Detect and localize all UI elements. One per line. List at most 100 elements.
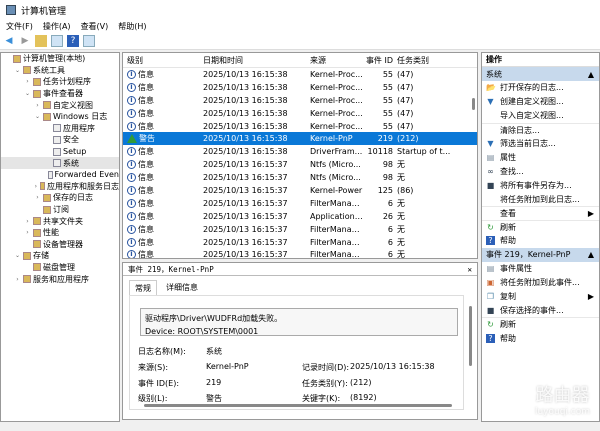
event-row[interactable]: i 信息 2025/10/13 16:15:38 DriverFram... 10118… — [123, 145, 477, 158]
show-hide-action-pane-icon[interactable] — [83, 35, 95, 47]
tree-node[interactable]: › 应用程序和服务日志 — [1, 181, 119, 193]
tree-node[interactable]: › 自定义视图 — [1, 99, 119, 111]
folder-icon — [13, 54, 21, 63]
action-label: 将任务附加到此事件... — [500, 278, 580, 288]
collapsed-chevron-icon[interactable]: › — [24, 229, 31, 236]
task-category-value: (212) — [350, 378, 372, 387]
event-row[interactable]: 警告 2025/10/13 16:15:38 Kernel-PnP 219 (212) — [123, 132, 477, 146]
menu-file[interactable]: 文件(F) — [6, 21, 33, 32]
tree-node[interactable]: ⌄ Windows 日志 — [1, 111, 119, 123]
task-category-cell: (47) — [397, 82, 414, 92]
actions-section-event[interactable]: 事件 219，Kernel-PnP ▲ — [482, 247, 599, 262]
menu-action[interactable]: 操作(A) — [43, 21, 71, 32]
event-row[interactable]: i 信息 2025/10/13 16:15:37 Application ... 26 无 — [123, 210, 477, 223]
expanded-chevron-icon[interactable]: ⌄ — [34, 113, 41, 120]
tree-node[interactable]: › 服务和应用程序 — [1, 273, 119, 285]
event-row[interactable]: i 信息 2025/10/13 16:15:38 Kernel-Proc... 55 (4… — [123, 120, 477, 133]
column-source[interactable]: 来源 — [310, 55, 363, 66]
level-cell: 信息 — [138, 250, 154, 259]
event-row[interactable]: i 信息 2025/10/13 16:15:37 FilterManag... 6 无 — [123, 223, 477, 236]
expanded-chevron-icon[interactable]: ⌄ — [24, 90, 31, 97]
back-icon[interactable]: ◀ — [3, 35, 15, 47]
detail-vscrollbar[interactable] — [469, 306, 472, 366]
column-task-category[interactable]: 任务类别 — [397, 55, 452, 66]
action-item[interactable]: ❐ 复制 ▶ — [482, 289, 599, 303]
collapsed-chevron-icon[interactable]: › — [34, 194, 41, 201]
action-item[interactable]: ▼ 筛选当前日志... — [482, 137, 599, 151]
column-level[interactable]: 级别 — [123, 55, 203, 66]
level-value: 警告 — [206, 394, 222, 403]
collapsed-chevron-icon[interactable]: › — [34, 102, 41, 109]
collapse-icon[interactable]: ▲ — [588, 250, 594, 259]
column-event-id[interactable]: 事件 ID — [363, 55, 397, 66]
tree-node[interactable]: 系统 — [1, 157, 119, 169]
tree-node[interactable]: › 任务计划程序 — [1, 76, 119, 88]
tree-node[interactable]: 磁盘管理 — [1, 262, 119, 274]
level-label: 级别(L): — [138, 394, 168, 403]
event-row[interactable]: i 信息 2025/10/13 16:15:37 FilterManag... 6 无 — [123, 248, 477, 259]
action-label: 将任务附加到此日志... — [500, 194, 580, 204]
tree-node[interactable]: Forwarded Even — [1, 169, 119, 181]
event-row[interactable]: i 信息 2025/10/13 16:15:38 Kernel-Proc... 55 (4… — [123, 107, 477, 120]
section-label: 系统 — [486, 69, 502, 79]
forward-icon[interactable]: ▶ — [19, 35, 31, 47]
help-icon[interactable]: ? — [67, 35, 79, 47]
menu-view[interactable]: 查看(V) — [81, 21, 109, 32]
column-datetime[interactable]: 日期和时间 — [203, 55, 310, 66]
action-item[interactable]: 清除日志... — [482, 122, 599, 137]
action-label: 保存选择的事件... — [500, 305, 564, 315]
actions-section-system[interactable]: 系统 ▲ — [482, 67, 599, 81]
collapse-icon[interactable]: ▲ — [588, 70, 594, 79]
event-list-scrollbar[interactable] — [472, 98, 475, 110]
action-item[interactable]: ? 帮助 — [482, 234, 599, 248]
event-row[interactable]: i 信息 2025/10/13 16:15:37 Kernel-Power 125 (86… — [123, 184, 477, 197]
action-item[interactable]: ▼ 创建自定义视图... — [482, 95, 599, 109]
tree-node[interactable]: 订阅 — [1, 204, 119, 216]
menu-help[interactable]: 帮助(H) — [118, 21, 146, 32]
action-item[interactable]: ↻ 刷新 — [482, 219, 599, 234]
event-message[interactable]: 驱动程序\Driver\WUDFRd加载失败。 Device: ROOT\SYS… — [140, 308, 458, 336]
collapsed-chevron-icon[interactable]: › — [34, 183, 38, 190]
action-item[interactable]: 导入自定义视图... — [482, 109, 599, 123]
event-row[interactable]: i 信息 2025/10/13 16:15:38 Kernel-Proc... 55 (4… — [123, 81, 477, 94]
action-item[interactable]: ▣ 将任务附加到此事件... — [482, 276, 599, 290]
expanded-chevron-icon[interactable]: ⌄ — [14, 252, 21, 259]
event-row[interactable]: i 信息 2025/10/13 16:15:37 FilterManag... 6 无 — [123, 197, 477, 210]
close-icon[interactable]: ✕ — [467, 265, 472, 274]
action-item[interactable]: ▤ 属性 — [482, 150, 599, 164]
event-row[interactable]: i 信息 2025/10/13 16:15:37 Ntfs (Micro... 98 无 — [123, 158, 477, 171]
tree-node[interactable]: › 性能 — [1, 227, 119, 239]
event-row[interactable]: i 信息 2025/10/13 16:15:38 Kernel-Proc... 55 (4… — [123, 94, 477, 107]
tree-node[interactable]: ⌄ 事件查看器 — [1, 88, 119, 100]
tree-node[interactable]: 安全 — [1, 134, 119, 146]
event-row[interactable]: i 信息 2025/10/13 16:15:37 Ntfs (Micro... 98 无 — [123, 171, 477, 184]
collapsed-chevron-icon[interactable]: › — [24, 78, 31, 85]
tree-node[interactable]: ⌄ 系统工具 — [1, 65, 119, 77]
tree-node[interactable]: 设备管理器 — [1, 239, 119, 251]
tree-node[interactable]: › 共享文件夹 — [1, 215, 119, 227]
action-item[interactable]: ■ 保存选择的事件... — [482, 303, 599, 317]
tree-node[interactable]: Setup — [1, 146, 119, 158]
action-item[interactable]: 📂 打开保存的日志... — [482, 81, 599, 95]
tree-node[interactable]: ⌄ 存储 — [1, 250, 119, 262]
action-item[interactable]: ■ 将所有事件另存为... — [482, 178, 599, 192]
detail-hscrollbar[interactable] — [144, 404, 452, 407]
up-folder-icon[interactable] — [35, 35, 47, 47]
tree-node[interactable]: 应用程序 — [1, 123, 119, 135]
action-item[interactable]: ∞ 查找... — [482, 164, 599, 178]
tab-details[interactable]: 详细信息 — [161, 280, 203, 296]
expanded-chevron-icon[interactable]: ⌄ — [14, 67, 21, 74]
collapsed-chevron-icon[interactable]: › — [24, 218, 31, 225]
action-item[interactable]: 查看 ▶ — [482, 206, 599, 220]
action-item[interactable]: 将任务附加到此日志... — [482, 192, 599, 206]
tree-node[interactable]: › 保存的日志 — [1, 192, 119, 204]
action-item[interactable]: ↻ 刷新 — [482, 317, 599, 331]
show-hide-tree-icon[interactable] — [51, 35, 63, 47]
tree-node[interactable]: 计算机管理(本地) — [1, 53, 119, 65]
action-item[interactable]: ▤ 事件属性 — [482, 262, 599, 276]
action-item[interactable]: ? 帮助 — [482, 331, 599, 345]
event-row[interactable]: i 信息 2025/10/13 16:15:38 Kernel-Proc... 55 (4… — [123, 68, 477, 81]
event-row[interactable]: i 信息 2025/10/13 16:15:37 FilterManag... 6 无 — [123, 236, 477, 249]
collapsed-chevron-icon[interactable]: › — [14, 276, 21, 283]
tab-general[interactable]: 常规 — [129, 280, 157, 296]
